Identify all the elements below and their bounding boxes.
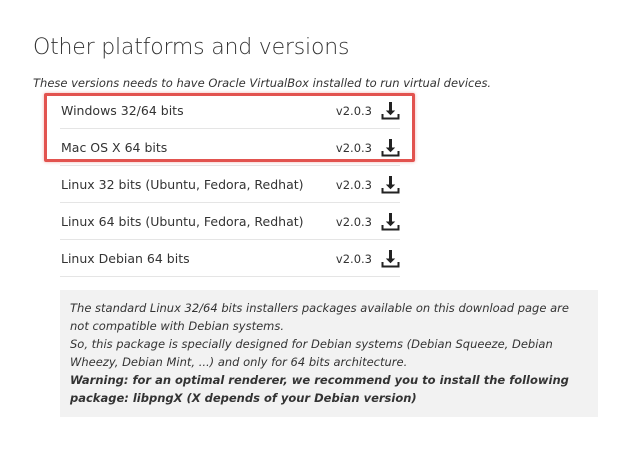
download-row-linux-64[interactable]: Linux 64 bits (Ubuntu, Fedora, Redhat) v… <box>60 203 400 240</box>
version-label: v2.0.3 <box>335 178 372 192</box>
download-row-macos[interactable]: Mac OS X 64 bits v2.0.3 <box>60 129 400 166</box>
version-label: v2.0.3 <box>335 141 372 155</box>
download-row-windows[interactable]: Windows 32/64 bits v2.0.3 <box>60 92 400 129</box>
debian-compatibility-note: The standard Linux 32/64 bits installers… <box>60 290 598 417</box>
version-label: v2.0.3 <box>335 104 372 118</box>
version-label: v2.0.3 <box>335 215 372 229</box>
debian-note-text: The standard Linux 32/64 bits installers… <box>70 301 569 333</box>
download-list: Windows 32/64 bits v2.0.3 Mac OS X 64 bi… <box>60 92 400 277</box>
debian-warning-text: Warning: for an optimal renderer, we rec… <box>70 373 569 405</box>
download-row-linux-32[interactable]: Linux 32 bits (Ubuntu, Fedora, Redhat) v… <box>60 166 400 203</box>
download-icon[interactable] <box>381 212 400 231</box>
platform-name: Mac OS X 64 bits <box>61 140 168 155</box>
download-icon[interactable] <box>381 175 400 194</box>
version-label: v2.0.3 <box>335 252 372 266</box>
debian-note-text: So, this package is specially designed f… <box>70 337 553 369</box>
platform-name: Linux 32 bits (Ubuntu, Fedora, Redhat) <box>61 177 304 192</box>
platform-name: Linux 64 bits (Ubuntu, Fedora, Redhat) <box>61 214 304 229</box>
download-row-linux-debian[interactable]: Linux Debian 64 bits v2.0.3 <box>60 240 400 277</box>
download-icon[interactable] <box>381 101 400 120</box>
platform-name: Linux Debian 64 bits <box>61 251 190 266</box>
download-icon[interactable] <box>381 249 400 268</box>
page-title: Other platforms and versions <box>33 35 350 60</box>
virtualbox-requirement-note: These versions needs to have Oracle Virt… <box>33 76 492 90</box>
download-icon[interactable] <box>381 138 400 157</box>
platform-name: Windows 32/64 bits <box>61 103 184 118</box>
